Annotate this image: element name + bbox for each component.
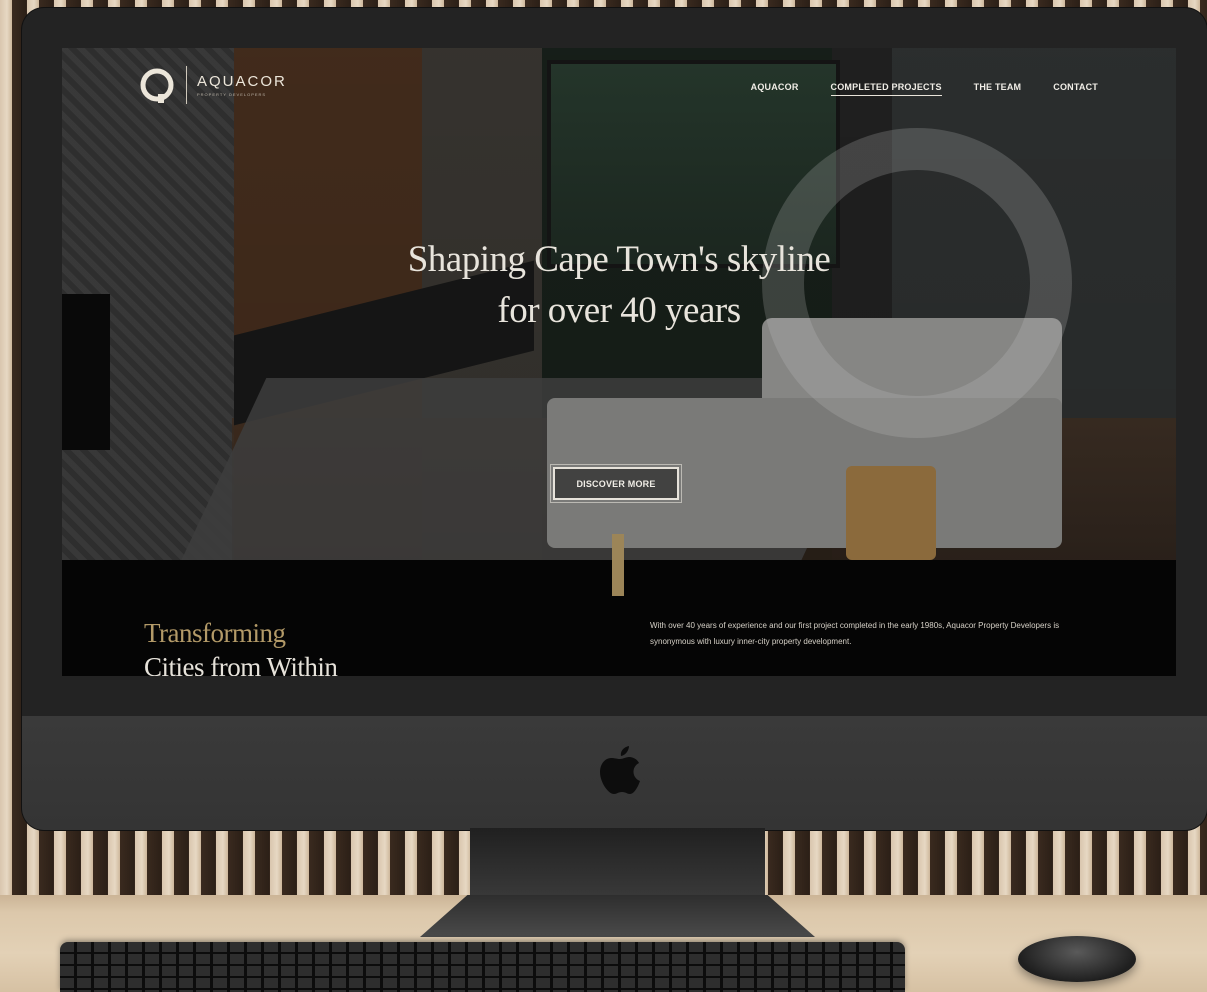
nav-item-contact[interactable]: CONTACT <box>1053 82 1098 96</box>
main-nav: AQUACOR COMPLETED PROJECTS THE TEAM CONT… <box>751 82 1098 96</box>
brand-tagline: PROPERTY DEVELOPERS <box>197 92 267 97</box>
logo-divider <box>186 66 187 104</box>
site-logo[interactable]: AQUACOR PROPERTY DEVELOPERS <box>138 66 287 104</box>
intro-title-line1: Transforming <box>144 618 286 648</box>
intro-body-text: With over 40 years of experience and our… <box>650 621 1060 646</box>
hero-section: AQUACOR PROPERTY DEVELOPERS AQUACOR COMP… <box>62 48 1176 560</box>
q-logo-icon <box>140 68 174 103</box>
apple-logo-icon <box>600 746 640 794</box>
monitor-stand-neck <box>470 828 765 900</box>
website-screen: AQUACOR PROPERTY DEVELOPERS AQUACOR COMP… <box>62 48 1176 676</box>
brand-name: AQUACOR <box>197 73 287 90</box>
nav-item-completed-projects[interactable]: COMPLETED PROJECTS <box>830 82 942 96</box>
hero-headline-line1: Shaping Cape Town's skyline <box>407 239 831 280</box>
mouse <box>1018 936 1136 982</box>
logo-wordmark: AQUACOR PROPERTY DEVELOPERS <box>197 73 287 97</box>
discover-more-button[interactable]: DISCOVER MORE <box>550 464 682 503</box>
nav-item-the-team[interactable]: THE TEAM <box>974 82 1022 96</box>
hero-headline-line2: for over 40 years <box>497 290 741 331</box>
hero-headline: Shaping Cape Town's skyline for over 40 … <box>62 234 1176 336</box>
scroll-indicator-bar[interactable] <box>612 534 624 596</box>
nav-item-aquacor[interactable]: AQUACOR <box>751 82 799 96</box>
keyboard <box>60 942 905 992</box>
hero-wood-stool <box>846 466 936 560</box>
intro-title-line2: Cities from Within <box>144 652 338 676</box>
monitor-stand-foot <box>420 895 815 937</box>
